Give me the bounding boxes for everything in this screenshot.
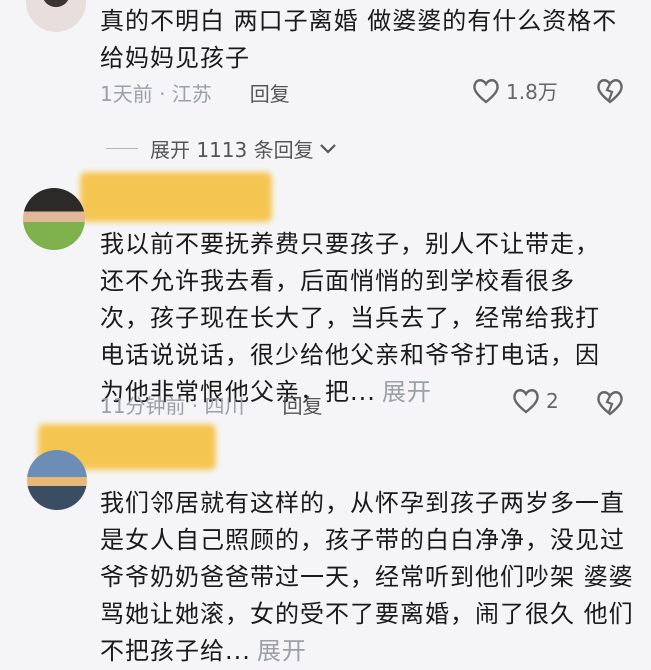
reply-button[interactable]: 回复 (283, 390, 323, 419)
expand-comment-button[interactable]: 展开 (382, 378, 432, 406)
dislike-button[interactable] (596, 78, 624, 108)
avatar[interactable] (26, 0, 86, 32)
comment-time-location: 1天前 · 江苏 (100, 82, 212, 106)
comment-meta: 11分钟前 · 四川 回复 (100, 390, 323, 419)
expand-replies-label: 展开 1113 条回复 (150, 138, 314, 162)
chevron-down-icon (319, 143, 336, 154)
reply-button[interactable]: 回复 (250, 78, 290, 107)
comment-text: 我们邻居就有这样的，从怀孕到孩子两岁多一直是女人自己照顾的，孩子带的白白净净，没… (100, 489, 634, 665)
avatar[interactable] (23, 188, 85, 250)
like-count: 1.8万 (506, 80, 558, 104)
like-button[interactable]: 1.8万 (472, 76, 558, 105)
like-button[interactable]: 2 (512, 388, 559, 414)
expand-replies-button[interactable]: 展开 1113 条回复 (106, 134, 338, 163)
broken-heart-icon (597, 391, 623, 416)
like-count: 2 (546, 389, 559, 413)
heart-outline-icon (473, 78, 499, 104)
avatar[interactable] (27, 450, 87, 510)
broken-heart-icon (597, 79, 623, 104)
comment-text: 我以前不要抚养费只要孩子，别人不让带走，还不允许我去看，后面悄悄的到学校看很多次… (100, 230, 600, 406)
comment-text: 真的不明白 两口子离婚 做婆婆的有什么资格不给妈妈见孩子 (100, 7, 618, 72)
divider-line (106, 148, 138, 149)
username-redaction (80, 172, 272, 222)
comment-time-location: 11分钟前 · 四川 (100, 394, 245, 418)
dislike-button[interactable] (596, 390, 624, 420)
comment-meta: 1天前 · 江苏 回复 (100, 78, 290, 107)
expand-comment-button[interactable]: 展开 (257, 637, 307, 665)
heart-outline-icon (513, 389, 539, 414)
